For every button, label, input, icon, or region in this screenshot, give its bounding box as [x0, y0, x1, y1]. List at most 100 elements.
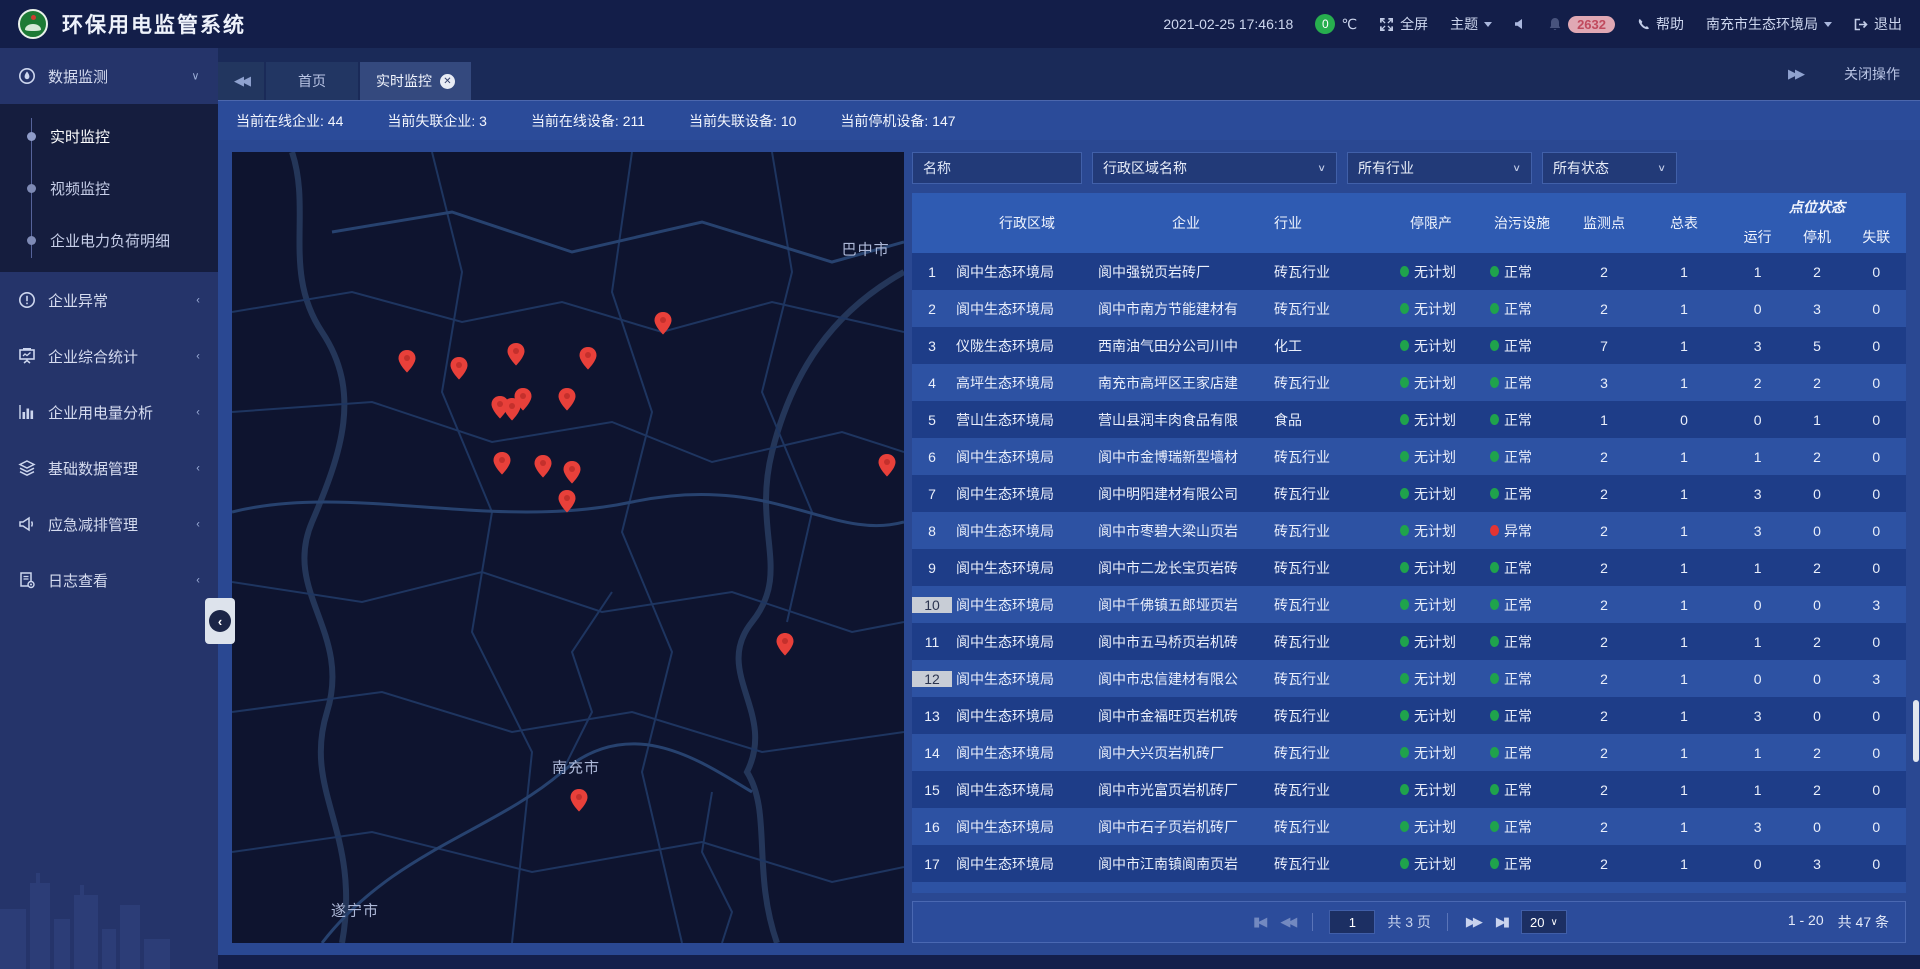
stat-item-2: 当前在线设备: 211: [531, 111, 645, 131]
name-filter-field: [912, 152, 1082, 184]
table-row[interactable]: 2阆中生态环境局阆中市南方节能建材有砖瓦行业无计划正常21030: [912, 290, 1906, 327]
cell-industry: 砖瓦行业: [1274, 780, 1386, 800]
table-row[interactable]: 11阆中生态环境局阆中市五马桥页岩机砖砖瓦行业无计划正常21120: [912, 623, 1906, 660]
sidebar-group-3[interactable]: 企业用电量分析‹: [0, 384, 218, 440]
table-row[interactable]: 8阆中生态环境局阆中市枣碧大梁山页岩砖瓦行业无计划异常21300: [912, 512, 1906, 549]
cell-industry: 砖瓦行业: [1274, 299, 1386, 319]
tabs-scroll-right-button[interactable]: ▶▶: [1772, 55, 1818, 93]
sidebar-group-4[interactable]: 基础数据管理‹: [0, 440, 218, 496]
first-page-button[interactable]: ▮◀: [1251, 914, 1266, 930]
industry-filter-select[interactable]: 所有行业 ∨: [1347, 152, 1532, 184]
name-filter-input[interactable]: [923, 160, 1071, 176]
cell-run: 0: [1728, 412, 1787, 428]
org-dropdown[interactable]: 南充市生态环境局: [1706, 14, 1832, 34]
close-icon[interactable]: ✕: [440, 74, 455, 89]
table-row[interactable]: 12阆中生态环境局阆中市忠信建材有限公砖瓦行业无计划正常21003: [912, 660, 1906, 697]
facility-label: 正常: [1504, 410, 1532, 430]
close-operations-button[interactable]: 关闭操作: [1844, 64, 1900, 84]
scrollbar-thumb[interactable]: [1913, 700, 1919, 762]
map-panel[interactable]: 巴中市南充市遂宁市: [232, 152, 904, 943]
cell-points: 2: [1568, 301, 1640, 317]
page-size-select[interactable]: 20 ∨: [1521, 910, 1567, 934]
cell-facility: 正常: [1476, 817, 1568, 837]
table-row[interactable]: 5营山生态环境局营山县润丰肉食品有限食品无计划正常10010: [912, 401, 1906, 438]
prev-page-button[interactable]: ◀◀: [1278, 914, 1296, 930]
next-page-button[interactable]: ▶▶: [1464, 914, 1482, 930]
cell-point-status: 300: [1728, 486, 1906, 502]
bullet-icon: [27, 236, 36, 245]
cell-meters: 1: [1640, 449, 1728, 465]
page-number-input[interactable]: [1329, 910, 1375, 934]
exit-button[interactable]: 退出: [1854, 14, 1902, 34]
map-pin-9[interactable]: [493, 452, 511, 475]
help-button[interactable]: 帮助: [1637, 14, 1684, 34]
notifications[interactable]: 2632: [1548, 16, 1615, 33]
theme-dropdown[interactable]: 主题: [1450, 14, 1492, 34]
top-header: 环保用电监管系统 2021-02-25 17:46:18 0 ℃ 全屏 主题 2…: [0, 0, 1920, 48]
map-pin-0[interactable]: [398, 350, 416, 373]
sidebar-item-0-0[interactable]: 实时监控: [0, 110, 218, 162]
collapse-map-button[interactable]: ‹: [205, 598, 235, 644]
cell-region: 阆中生态环境局: [952, 669, 1098, 689]
limit-label: 无计划: [1414, 743, 1456, 763]
map-pin-8[interactable]: [558, 388, 576, 411]
map-pin-12[interactable]: [558, 490, 576, 513]
status-dot-icon: [1400, 784, 1409, 795]
table-row[interactable]: 1阆中生态环境局阆中强锐页岩砖厂砖瓦行业无计划正常21120: [912, 253, 1906, 290]
status-dot-icon: [1400, 673, 1409, 684]
table-row[interactable]: 17阆中生态环境局阆中市江南镇阆南页岩砖瓦行业无计划正常21030: [912, 845, 1906, 882]
cell-stop: 1: [1787, 412, 1846, 428]
last-page-button[interactable]: ▶▮: [1494, 914, 1509, 930]
sidebar-item-0-2[interactable]: 企业电力负荷明细: [0, 214, 218, 266]
map-pin-15[interactable]: [570, 789, 588, 812]
sidebar-item-0-1[interactable]: 视频监控: [0, 162, 218, 214]
map-pin-2[interactable]: [507, 343, 525, 366]
table-row[interactable]: 16阆中生态环境局阆中市石子页岩机砖厂砖瓦行业无计划正常21300: [912, 808, 1906, 845]
status-dot-icon: [1490, 377, 1499, 388]
map-pin-11[interactable]: [563, 461, 581, 484]
table-row[interactable]: 15阆中生态环境局阆中市光富页岩机砖厂砖瓦行业无计划正常21120: [912, 771, 1906, 808]
status-dot-icon: [1400, 488, 1409, 499]
sidebar-group-1[interactable]: 企业异常‹: [0, 272, 218, 328]
status-dot-icon: [1400, 747, 1409, 758]
cell-run: 3: [1728, 523, 1787, 539]
status-filter-select[interactable]: 所有状态 ∨: [1542, 152, 1677, 184]
table-row[interactable]: 7阆中生态环境局阆中明阳建材有限公司砖瓦行业无计划正常21300: [912, 475, 1906, 512]
sidebar-group-2[interactable]: 企业综合统计‹: [0, 328, 218, 384]
table-row[interactable]: 9阆中生态环境局阆中市二龙长宝页岩砖砖瓦行业无计划正常21120: [912, 549, 1906, 586]
chevron-down-icon: ∨: [192, 70, 200, 83]
facility-label: 正常: [1504, 447, 1532, 467]
cell-limit: 无计划: [1386, 262, 1476, 282]
table-row[interactable]: 18南部生态环境局南部县双化头页岩有限公建材加工无计划正常60060: [912, 882, 1906, 893]
chevron-down-icon: [1484, 22, 1492, 27]
stats-bar: 当前在线企业: 44当前失联企业: 3当前在线设备: 211当前失联设备: 10…: [218, 100, 1920, 140]
cell-facility: 正常: [1476, 632, 1568, 652]
tab-1[interactable]: 实时监控✕: [360, 62, 471, 100]
tabs-scroll-left-button[interactable]: ◀◀: [218, 62, 264, 100]
tab-0[interactable]: 首页: [266, 62, 358, 100]
map-pin-3[interactable]: [579, 347, 597, 370]
map-pin-4[interactable]: [654, 312, 672, 335]
mute-button[interactable]: [1514, 18, 1526, 30]
cell-company: 阆中市枣碧大梁山页岩: [1098, 521, 1274, 541]
table-row[interactable]: 10阆中生态环境局阆中千佛镇五郎垭页岩砖瓦行业无计划正常21003: [912, 586, 1906, 623]
table-row[interactable]: 14阆中生态环境局阆中大兴页岩机砖厂砖瓦行业无计划正常21120: [912, 734, 1906, 771]
cell-point-status: 030: [1728, 301, 1906, 317]
map-pin-1[interactable]: [450, 357, 468, 380]
cell-run: 3: [1728, 708, 1787, 724]
sidebar-group-6[interactable]: 日志查看‹: [0, 552, 218, 608]
cell-lost: 0: [1847, 338, 1906, 354]
table-row[interactable]: 3仪陇生态环境局西南油气田分公司川中化工无计划正常71350: [912, 327, 1906, 364]
table-row[interactable]: 6阆中生态环境局阆中市金博瑞新型墙材砖瓦行业无计划正常21120: [912, 438, 1906, 475]
table-row[interactable]: 4高坪生态环境局南充市高坪区王家店建砖瓦行业无计划正常31220: [912, 364, 1906, 401]
region-filter-select[interactable]: 行政区域名称 ∨: [1092, 152, 1337, 184]
sidebar-group-0[interactable]: 数据监测∨: [0, 48, 218, 104]
sidebar-group-5[interactable]: 应急减排管理‹: [0, 496, 218, 552]
table-row[interactable]: 13阆中生态环境局阆中市金福旺页岩机砖砖瓦行业无计划正常21300: [912, 697, 1906, 734]
map-pin-10[interactable]: [534, 455, 552, 478]
map-pin-13[interactable]: [878, 454, 896, 477]
map-pin-14[interactable]: [776, 633, 794, 656]
map-pin-7[interactable]: [514, 388, 532, 411]
cell-points: 2: [1568, 560, 1640, 576]
fullscreen-button[interactable]: 全屏: [1379, 14, 1428, 34]
